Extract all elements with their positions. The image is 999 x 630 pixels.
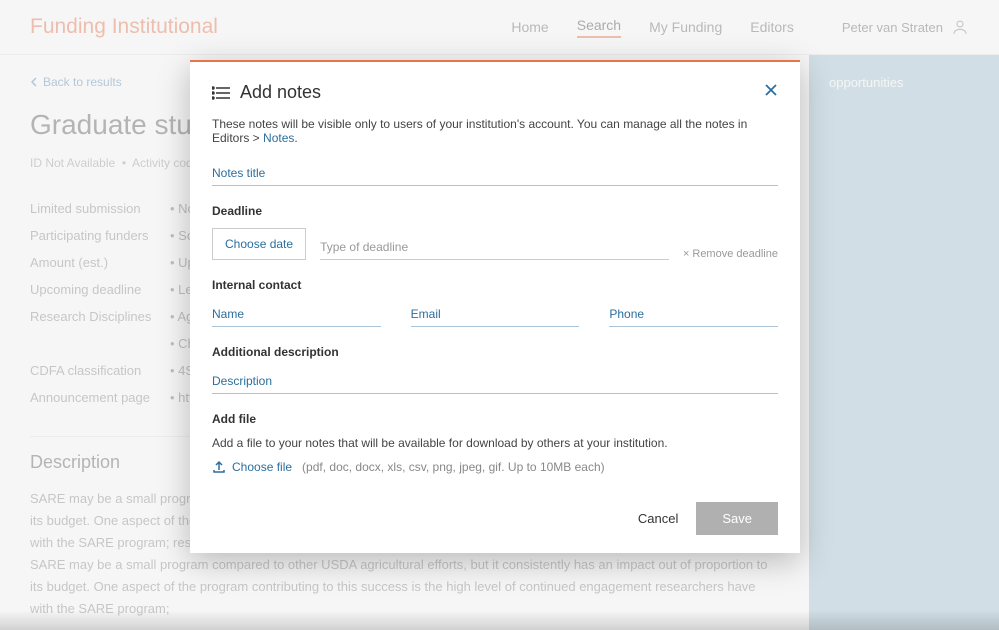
upload-icon xyxy=(212,460,226,474)
notes-title-input[interactable] xyxy=(212,161,778,186)
modal-title: Add notes xyxy=(212,82,321,103)
choose-file-button[interactable]: Choose file xyxy=(212,460,292,474)
choose-date-button[interactable]: Choose date xyxy=(212,228,306,260)
cancel-button[interactable]: Cancel xyxy=(638,511,678,526)
list-icon xyxy=(212,86,230,100)
modal-intro: These notes will be visible only to user… xyxy=(212,117,778,145)
add-notes-modal: Add notes These notes will be visible on… xyxy=(190,60,800,553)
notes-link[interactable]: Notes xyxy=(263,131,294,145)
add-file-hint: Add a file to your notes that will be av… xyxy=(212,436,778,450)
remove-deadline-button[interactable]: × Remove deadline xyxy=(683,248,778,260)
close-icon xyxy=(764,83,778,97)
save-button[interactable]: Save xyxy=(696,502,778,535)
internal-contact-label: Internal contact xyxy=(212,278,778,292)
bottom-shadow xyxy=(0,610,999,630)
file-types-hint: (pdf, doc, docx, xls, csv, png, jpeg, gi… xyxy=(302,460,605,474)
x-icon: × xyxy=(683,248,689,260)
contact-phone-input[interactable] xyxy=(609,302,778,327)
additional-description-label: Additional description xyxy=(212,345,778,359)
add-file-label: Add file xyxy=(212,412,778,426)
description-input[interactable] xyxy=(212,369,778,394)
contact-name-input[interactable] xyxy=(212,302,381,327)
deadline-label: Deadline xyxy=(212,204,778,218)
deadline-type-input[interactable] xyxy=(320,235,669,260)
close-button[interactable] xyxy=(764,83,778,102)
contact-email-input[interactable] xyxy=(411,302,580,327)
